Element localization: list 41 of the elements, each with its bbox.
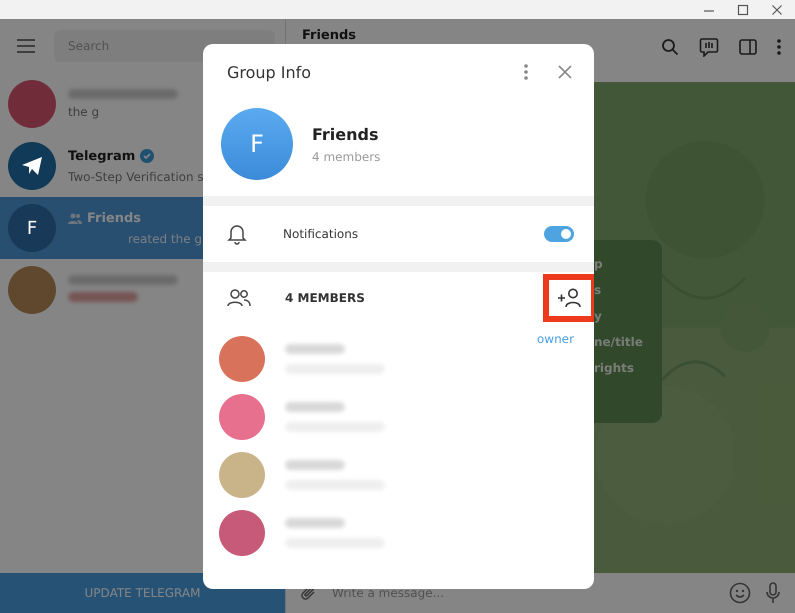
blurred-name <box>285 402 345 412</box>
blurred-preview <box>68 292 138 302</box>
maximize-icon[interactable] <box>737 4 749 16</box>
sidebar-toggle-icon[interactable] <box>739 39 757 55</box>
dialog-title: Group Info <box>227 62 312 82</box>
member-count: 4 members <box>312 150 380 164</box>
group-avatar: F <box>221 108 293 180</box>
bell-icon <box>227 223 247 245</box>
members-heading: 4 MEMBERS <box>284 291 366 305</box>
notifications-toggle[interactable] <box>544 226 574 242</box>
people-icon <box>227 289 251 307</box>
chat-avatar: F <box>8 204 56 252</box>
emoji-icon[interactable] <box>729 582 751 604</box>
notifications-label: Notifications <box>282 227 360 241</box>
chat-name: Telegram <box>68 148 136 164</box>
chat-preview: Two-Step Verification s <box>68 170 204 184</box>
chat-preview: the g <box>68 105 100 119</box>
hint-text: s <box>594 282 602 298</box>
close-icon[interactable] <box>558 65 572 79</box>
chat-title: Friends <box>302 28 356 43</box>
microphone-icon[interactable] <box>765 582 781 604</box>
menu-icon[interactable] <box>16 39 36 53</box>
member-item[interactable]: owner <box>203 330 594 388</box>
blurred-name <box>285 460 345 470</box>
hint-text: ne/title <box>594 334 644 350</box>
chat-preview: reated the g <box>128 232 202 246</box>
member-role: owner <box>536 332 574 346</box>
hint-text: y <box>594 308 603 324</box>
voice-chat-icon[interactable] <box>699 37 719 57</box>
close-icon[interactable] <box>771 4 783 16</box>
add-member-button[interactable] <box>543 274 594 322</box>
hint-text: rights <box>594 360 636 376</box>
blurred-name <box>285 518 345 528</box>
chat-name: Friends <box>87 210 142 226</box>
more-icon[interactable] <box>777 39 781 55</box>
more-icon[interactable] <box>524 64 528 80</box>
search-icon[interactable] <box>661 38 679 56</box>
group-name: Friends <box>312 124 380 144</box>
blurred-name <box>285 344 345 354</box>
add-user-icon <box>557 288 583 308</box>
hint-text: p <box>594 256 604 272</box>
